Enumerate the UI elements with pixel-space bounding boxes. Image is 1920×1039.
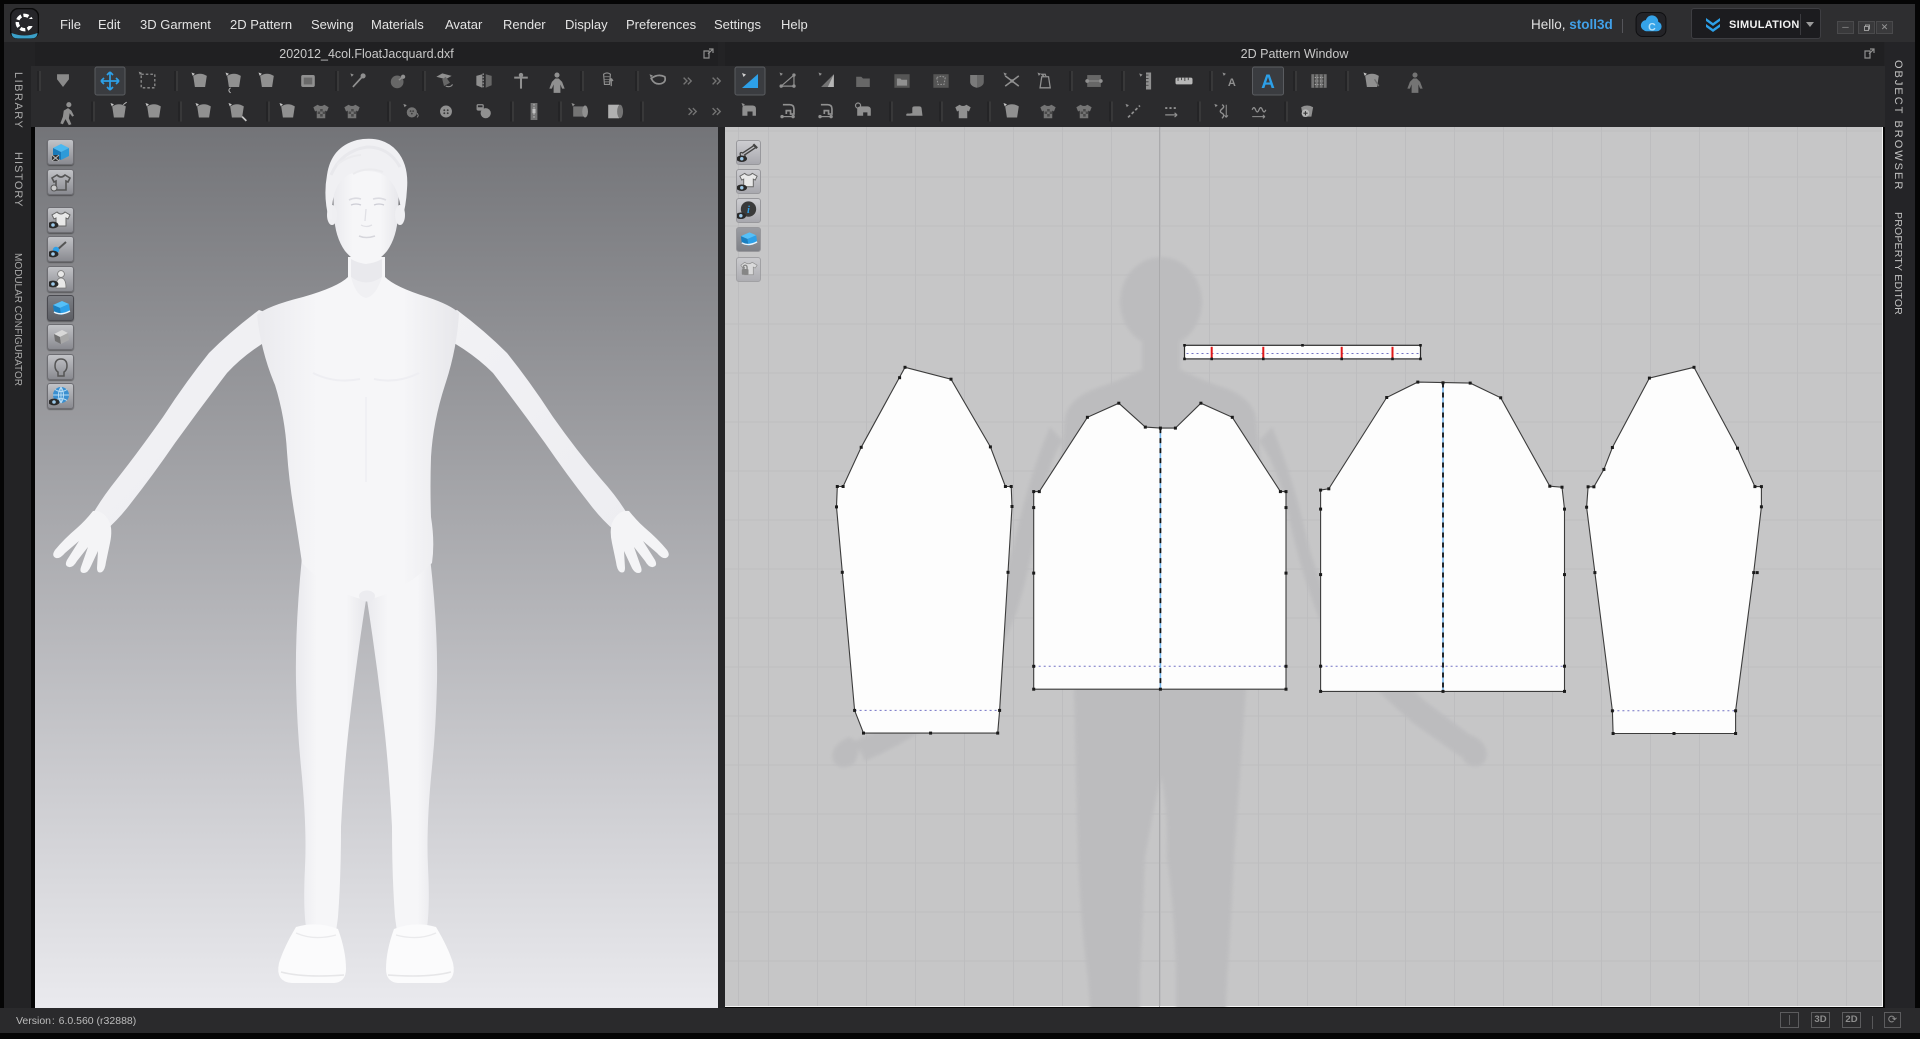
- svg-text:A: A: [1261, 72, 1275, 93]
- svg-text:A: A: [1228, 77, 1236, 89]
- svg-text:i: i: [747, 205, 750, 216]
- svg-text:C: C: [1648, 21, 1656, 33]
